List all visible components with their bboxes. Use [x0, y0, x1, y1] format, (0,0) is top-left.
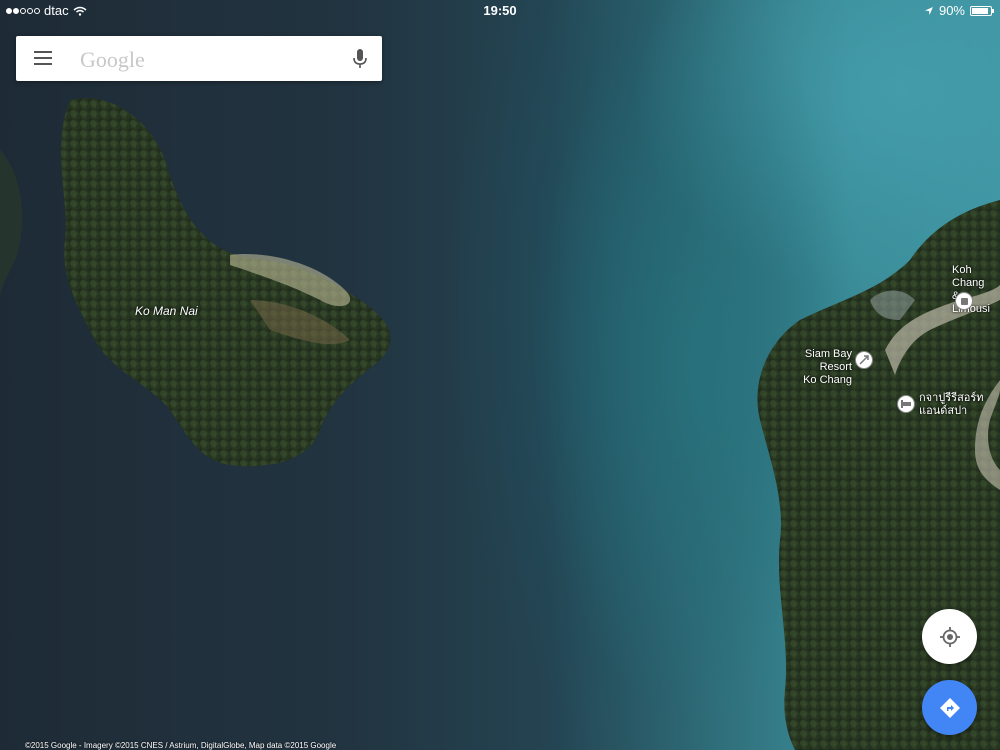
location-arrow-icon [924, 6, 933, 15]
battery-percent: 90% [938, 3, 965, 18]
poi-label-line2: Ko Chang [803, 374, 852, 386]
directions-button[interactable] [922, 680, 977, 735]
search-input[interactable] [78, 44, 332, 76]
directions-icon [939, 697, 960, 718]
ko-man-nai-island [60, 98, 391, 467]
battery-icon [970, 5, 994, 16]
poi-label-line1: Siam Bay Resort [804, 348, 852, 373]
status-right: 90% [924, 3, 994, 18]
poi-label-thai-resort[interactable]: กจาปูรีรีสอร์ท แอนด์สปา [919, 392, 984, 418]
hamburger-menu-icon[interactable] [34, 51, 52, 65]
island-label[interactable]: Ko Man Nai [135, 305, 198, 318]
resort-icon[interactable] [855, 351, 873, 369]
status-bar: dtac 19:50 90% [0, 0, 1000, 20]
search-box[interactable] [16, 36, 382, 81]
microphone-icon[interactable] [352, 48, 368, 70]
bus-stop-icon[interactable] [955, 292, 973, 310]
poi-label-siam-bay-resort[interactable]: Siam Bay Resort Ko Chang [770, 348, 852, 387]
my-location-button[interactable] [922, 609, 977, 664]
hotel-icon[interactable] [897, 395, 915, 413]
poi-label-line2: แอนด์สปา [919, 405, 968, 417]
poi-label-line1: Koh Chang [952, 264, 985, 289]
poi-label-line1: กจาปูรีรีสอร์ท [919, 392, 984, 404]
my-location-icon [939, 626, 960, 647]
map-attribution: ©2015 Google - Imagery ©2015 CNES / Astr… [25, 741, 337, 750]
clock: 19:50 [483, 3, 517, 18]
